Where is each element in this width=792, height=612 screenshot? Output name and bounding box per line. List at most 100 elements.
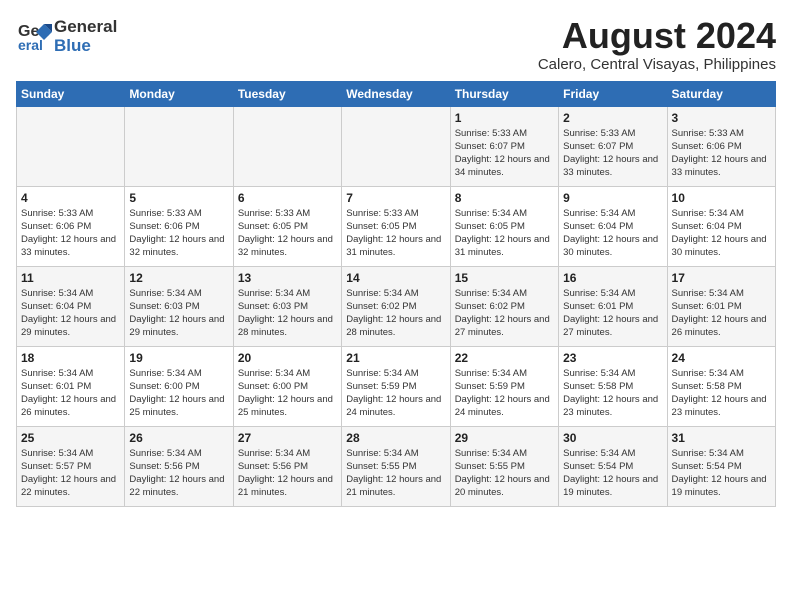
weekday-header-saturday: Saturday [667,81,775,106]
calendar-cell [125,106,233,186]
calendar-cell [233,106,341,186]
calendar-cell: 7 Sunrise: 5:33 AMSunset: 6:05 PMDaylight… [342,186,450,266]
calendar-cell: 9Sunrise: 5:34 AMSunset: 6:04 PMDaylight… [559,186,667,266]
day-info: Sunrise: 5:34 AMSunset: 6:00 PMDaylight:… [238,367,337,420]
day-info: Sunrise: 5:34 AMSunset: 6:04 PMDaylight:… [21,287,120,340]
day-info: Sunrise: 5:34 AMSunset: 5:57 PMDaylight:… [21,447,120,500]
calendar-cell: 29 Sunrise: 5:34 AMSunset: 5:55 PMDayligh… [450,426,558,506]
calendar-cell: 10 Sunrise: 5:34 AMSunset: 6:04 PMDayligh… [667,186,775,266]
day-info: Sunrise: 5:34 AMSunset: 5:56 PMDaylight:… [129,447,228,500]
day-number: 23 [563,351,662,365]
day-number: 5 [129,191,228,205]
day-number: 28 [346,431,445,445]
day-info: Sunrise: 5:34 AMSunset: 5:55 PMDaylight:… [455,447,554,500]
calendar-cell: 3 Sunrise: 5:33 AMSunset: 6:06 PMDaylight… [667,106,775,186]
day-number: 22 [455,351,554,365]
day-number: 29 [455,431,554,445]
day-info: Sunrise: 5:34 AMSunset: 5:56 PMDaylight:… [238,447,337,500]
calendar-cell: 19 Sunrise: 5:34 AMSunset: 6:00 PMDayligh… [125,346,233,426]
day-info: Sunrise: 5:34 AMSunset: 5:54 PMDaylight:… [563,447,662,500]
calendar-week-5: 25 Sunrise: 5:34 AMSunset: 5:57 PMDayligh… [17,426,776,506]
weekday-header-thursday: Thursday [450,81,558,106]
day-number: 6 [238,191,337,205]
day-info: Sunrise: 5:34 AMSunset: 6:01 PMDaylight:… [672,287,771,340]
calendar-cell [17,106,125,186]
day-number: 19 [129,351,228,365]
calendar-cell [342,106,450,186]
calendar-cell: 11 Sunrise: 5:34 AMSunset: 6:04 PMDayligh… [17,266,125,346]
day-number: 21 [346,351,445,365]
day-info: Sunrise: 5:34 AMSunset: 5:54 PMDaylight:… [672,447,771,500]
calendar-cell: 5Sunrise: 5:33 AMSunset: 6:06 PMDaylight… [125,186,233,266]
day-number: 1 [455,111,554,125]
calendar-cell: 30Sunrise: 5:34 AMSunset: 5:54 PMDayligh… [559,426,667,506]
day-info: Sunrise: 5:34 AMSunset: 5:55 PMDaylight:… [346,447,445,500]
weekday-header-friday: Friday [559,81,667,106]
calendar-cell: 1 Sunrise: 5:33 AMSunset: 6:07 PMDaylight… [450,106,558,186]
page-header: Gen eral General Blue August 2024 Calero… [16,16,776,73]
day-number: 9 [563,191,662,205]
day-number: 8 [455,191,554,205]
calendar-cell: 13Sunrise: 5:34 AMSunset: 6:03 PMDayligh… [233,266,341,346]
calendar-cell: 22 Sunrise: 5:34 AMSunset: 5:59 PMDayligh… [450,346,558,426]
calendar-cell: 26Sunrise: 5:34 AMSunset: 5:56 PMDayligh… [125,426,233,506]
calendar-cell: 15 Sunrise: 5:34 AMSunset: 6:02 PMDayligh… [450,266,558,346]
calendar-cell: 18 Sunrise: 5:34 AMSunset: 6:01 PMDayligh… [17,346,125,426]
calendar-cell: 20 Sunrise: 5:34 AMSunset: 6:00 PMDayligh… [233,346,341,426]
day-number: 15 [455,271,554,285]
day-info: Sunrise: 5:34 AMSunset: 5:58 PMDaylight:… [672,367,771,420]
day-info: Sunrise: 5:34 AMSunset: 5:58 PMDaylight:… [563,367,662,420]
day-info: Sunrise: 5:34 AMSunset: 6:00 PMDaylight:… [129,367,228,420]
title-block: August 2024 Calero, Central Visayas, Phi… [538,16,776,73]
day-info: Sunrise: 5:34 AMSunset: 6:02 PMDaylight:… [346,287,445,340]
calendar-cell: 24 Sunrise: 5:34 AMSunset: 5:58 PMDayligh… [667,346,775,426]
calendar-cell: 8 Sunrise: 5:34 AMSunset: 6:05 PMDaylight… [450,186,558,266]
day-info: Sunrise: 5:34 AMSunset: 6:01 PMDaylight:… [21,367,120,420]
svg-text:eral: eral [18,37,43,52]
calendar-table: SundayMondayTuesdayWednesdayThursdayFrid… [16,81,776,507]
day-info: Sunrise: 5:34 AMSunset: 6:05 PMDaylight:… [455,207,554,260]
day-number: 2 [563,111,662,125]
calendar-cell: 28 Sunrise: 5:34 AMSunset: 5:55 PMDayligh… [342,426,450,506]
calendar-cell: 31Sunrise: 5:34 AMSunset: 5:54 PMDayligh… [667,426,775,506]
calendar-cell: 14 Sunrise: 5:34 AMSunset: 6:02 PMDayligh… [342,266,450,346]
day-info: Sunrise: 5:33 AMSunset: 6:06 PMDaylight:… [672,127,771,180]
day-info: Sunrise: 5:33 AMSunset: 6:07 PMDaylight:… [455,127,554,180]
day-number: 10 [672,191,771,205]
day-number: 14 [346,271,445,285]
logo: Gen eral General Blue [16,16,117,57]
calendar-week-1: 1 Sunrise: 5:33 AMSunset: 6:07 PMDaylight… [17,106,776,186]
calendar-location: Calero, Central Visayas, Philippines [538,56,776,73]
calendar-cell: 16 Sunrise: 5:34 AMSunset: 6:01 PMDayligh… [559,266,667,346]
day-info: Sunrise: 5:33 AMSunset: 6:05 PMDaylight:… [346,207,445,260]
calendar-cell: 27Sunrise: 5:34 AMSunset: 5:56 PMDayligh… [233,426,341,506]
weekday-header-row: SundayMondayTuesdayWednesdayThursdayFrid… [17,81,776,106]
calendar-week-2: 4Sunrise: 5:33 AMSunset: 6:06 PMDaylight… [17,186,776,266]
calendar-title: August 2024 [538,16,776,56]
calendar-cell: 21 Sunrise: 5:34 AMSunset: 5:59 PMDayligh… [342,346,450,426]
day-info: Sunrise: 5:34 AMSunset: 5:59 PMDaylight:… [455,367,554,420]
day-number: 7 [346,191,445,205]
calendar-week-3: 11 Sunrise: 5:34 AMSunset: 6:04 PMDayligh… [17,266,776,346]
day-info: Sunrise: 5:33 AMSunset: 6:07 PMDaylight:… [563,127,662,180]
day-number: 25 [21,431,120,445]
calendar-cell: 2 Sunrise: 5:33 AMSunset: 6:07 PMDaylight… [559,106,667,186]
day-number: 24 [672,351,771,365]
calendar-cell: 6Sunrise: 5:33 AMSunset: 6:05 PMDaylight… [233,186,341,266]
day-number: 20 [238,351,337,365]
day-number: 13 [238,271,337,285]
day-info: Sunrise: 5:34 AMSunset: 6:02 PMDaylight:… [455,287,554,340]
logo-blue-text: Blue [54,37,117,56]
day-number: 11 [21,271,120,285]
day-info: Sunrise: 5:34 AMSunset: 5:59 PMDaylight:… [346,367,445,420]
day-number: 16 [563,271,662,285]
day-number: 18 [21,351,120,365]
day-info: Sunrise: 5:34 AMSunset: 6:03 PMDaylight:… [129,287,228,340]
weekday-header-tuesday: Tuesday [233,81,341,106]
day-info: Sunrise: 5:34 AMSunset: 6:04 PMDaylight:… [672,207,771,260]
weekday-header-wednesday: Wednesday [342,81,450,106]
calendar-cell: 25 Sunrise: 5:34 AMSunset: 5:57 PMDayligh… [17,426,125,506]
day-number: 3 [672,111,771,125]
day-info: Sunrise: 5:34 AMSunset: 6:01 PMDaylight:… [563,287,662,340]
logo-icon: Gen eral [16,16,52,52]
